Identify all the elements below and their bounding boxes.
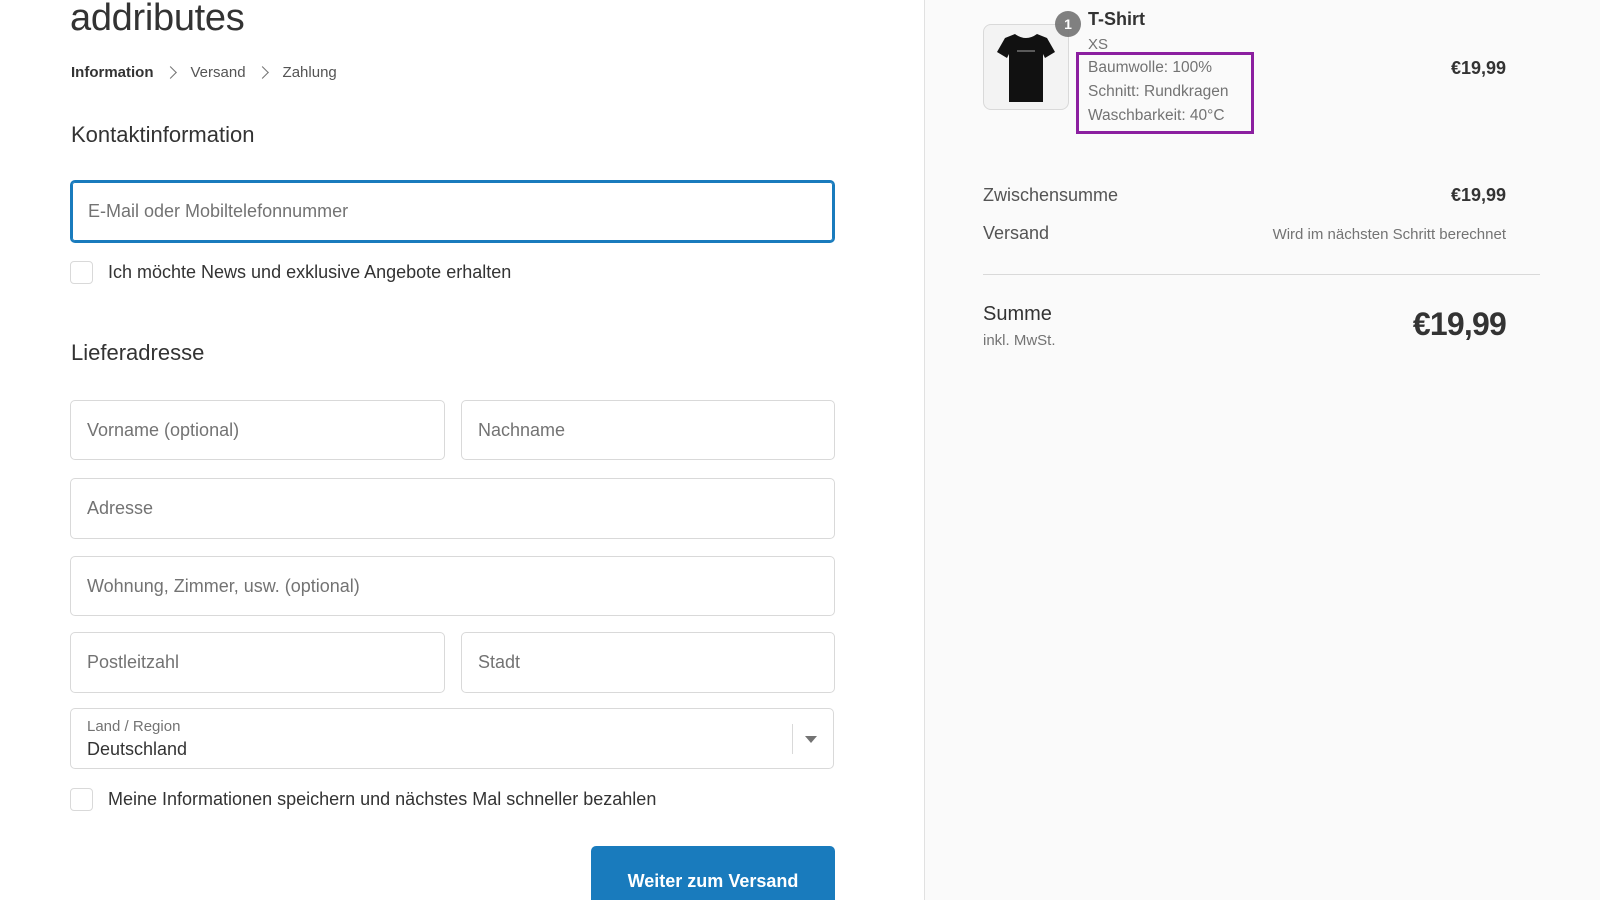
store-title[interactable]: addributes [70, 0, 245, 38]
breadcrumb-information: Information [71, 64, 154, 81]
save-info-checkbox[interactable] [70, 788, 93, 811]
country-label: Land / Region [87, 718, 181, 735]
subtotal-value: €19,99 [1450, 185, 1506, 205]
zip-wrapper [70, 632, 445, 693]
city-wrapper [461, 632, 835, 693]
product-attribute: Schnitt: Rundkragen [1088, 83, 1229, 100]
newsletter-label: Ich möchte News und exklusive Angebote e… [108, 262, 512, 282]
address-field[interactable] [71, 479, 834, 538]
subtotal-label: Zwischensumme [983, 185, 1119, 205]
product-thumbnail [983, 24, 1069, 110]
product-attribute: Waschbarkeit: 40°C [1088, 107, 1225, 124]
chevron-right-icon [163, 66, 177, 79]
order-summary: 1 T-Shirt XS Baumwolle: 100% Schnitt: Ru… [924, 0, 1600, 900]
summary-divider [983, 274, 1540, 275]
apartment-field[interactable] [71, 557, 834, 615]
country-select[interactable]: Land / Region Deutschland [70, 708, 834, 769]
breadcrumb: Information Versand Zahlung [71, 64, 337, 81]
total-value: €19,99 [1412, 306, 1507, 342]
shipping-label: Versand [983, 223, 1050, 243]
product-variant: XS [1088, 36, 1109, 53]
country-value: Deutschland [87, 739, 188, 759]
product-attribute: Baumwolle: 100% [1088, 59, 1213, 76]
contact-heading: Kontaktinformation [71, 122, 255, 147]
total-tax-note: inkl. MwSt. [983, 332, 1056, 349]
shipping-value: Wird im nächsten Schritt berechnet [1272, 226, 1506, 243]
select-divider [792, 724, 793, 754]
newsletter-checkbox[interactable] [70, 261, 93, 284]
product-name: T-Shirt [1088, 9, 1145, 29]
save-info-label: Meine Informationen speichern und nächst… [108, 789, 657, 809]
chevron-down-icon [805, 736, 817, 743]
email-field[interactable] [72, 182, 833, 241]
first-name-field[interactable] [71, 401, 444, 459]
last-name-field[interactable] [462, 401, 834, 459]
newsletter-option: Ich möchte News und exklusive Angebote e… [70, 261, 511, 284]
quantity-badge: 1 [1055, 11, 1081, 37]
continue-to-shipping-button[interactable]: Weiter zum Versand [591, 846, 835, 900]
total-label: Summe [983, 303, 1052, 325]
shipping-address-heading: Lieferadresse [71, 340, 205, 365]
breadcrumb-zahlung: Zahlung [282, 64, 337, 81]
zip-field[interactable] [71, 633, 444, 692]
address-wrapper [70, 478, 835, 539]
chevron-right-icon [255, 66, 269, 79]
first-name-wrapper [70, 400, 445, 460]
checkout-main: addributes Information Versand Zahlung K… [0, 0, 924, 900]
breadcrumb-versand: Versand [190, 64, 246, 81]
tshirt-icon [997, 34, 1055, 102]
city-field[interactable] [462, 633, 834, 692]
last-name-wrapper [461, 400, 835, 460]
product-price: €19,99 [1450, 58, 1506, 78]
email-field-wrapper [70, 180, 835, 243]
save-info-option: Meine Informationen speichern und nächst… [70, 788, 656, 811]
apartment-wrapper [70, 556, 835, 616]
